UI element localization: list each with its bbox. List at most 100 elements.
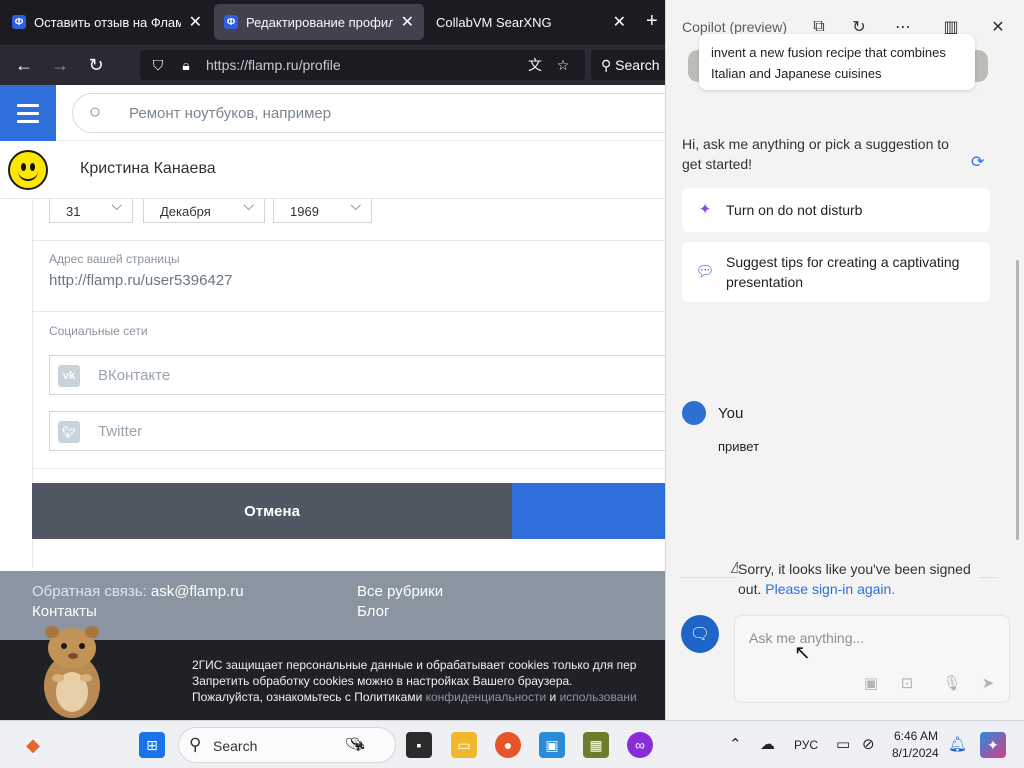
sign-in-link[interactable]: Please sign-in again. [765,581,895,597]
language-indicator[interactable]: РУС [794,738,818,752]
cookie-text-line: 2ГИС защищает персональные данные и обра… [192,658,637,672]
site-search-placeholder: Ремонт ноутбуков, например [129,105,332,122]
cancel-button[interactable]: Отмена [32,483,512,539]
footer-feedback-email[interactable]: ask@flamp.ru [151,583,244,600]
user-message: привет [718,439,760,454]
usage-policy-link[interactable]: использовани [560,690,637,704]
twitter-connect-field[interactable]: 🐦︎ Twitter [49,411,665,451]
hamster-mascot-image [44,626,100,718]
flamp-favicon-icon: Ф [224,15,238,29]
microphone-icon[interactable]: 🎙︎ [941,672,963,694]
lock-icon[interactable]: 🔒︎ [176,55,196,75]
footer-feedback: Обратная связь: ask@flamp.ru [32,583,244,600]
close-icon[interactable]: ✕ [189,12,202,32]
cloud-offline-icon[interactable]: ☁ [760,735,775,753]
search-icon: ⚲ [189,735,202,754]
translate-icon[interactable]: 文 [525,55,545,75]
reload-icon[interactable]: ↻ [84,53,108,77]
close-icon[interactable]: ✕ [613,12,626,32]
game-app-icon[interactable]: ▦ [583,732,609,758]
widgets-icon[interactable]: ◆ [20,732,46,758]
tab-feedback[interactable]: Ф Оставить отзыв на Флампе ✕ [2,4,212,40]
send-icon[interactable]: ➤ [977,672,999,694]
divider [33,468,665,469]
footer-all-rubrics-link[interactable]: Все рубрики [357,583,443,600]
back-arrow-icon[interactable]: ← [12,53,36,77]
clock-time[interactable]: 6:46 AM [894,729,938,743]
windows-start-icon[interactable]: ⊞ [139,732,165,758]
social-label: Социальные сети [49,324,148,338]
tab-profile-edit[interactable]: Ф Редактирование профиля ✕ [214,4,424,40]
copilot-pane: Copilot (preview) ⧉ ↻ ⋯ ▥ ✕ invent a new… [665,0,1024,720]
warning-body: Sorry, it looks like you've been signed … [738,559,978,599]
new-topic-button[interactable]: 🗨︎ [681,615,719,653]
vk-connect-field[interactable]: vk ВКонтакте [49,355,665,395]
footer-feedback-label: Обратная связь: [32,583,147,600]
search-icon: ⚲ [601,57,616,73]
tab-title: Редактирование профиля [246,14,393,30]
menu-line [17,111,39,115]
vk-icon: vk [58,365,80,387]
divider [33,240,665,241]
you-label: You [718,405,744,422]
add-image-icon[interactable]: ▣ [860,672,882,694]
network-icon[interactable]: ⊘ [862,735,875,753]
chevron-down-icon: ⌵ [111,197,122,213]
taskbar-search[interactable]: ⚲ Search 👒︎ [178,727,396,763]
page-url-value[interactable]: http://flamp.ru/user5396427 [49,272,232,289]
shield-icon[interactable]: ⛉ [148,55,168,75]
forward-arrow-icon[interactable]: → [48,53,72,77]
birth-month-value: Декабря [160,204,211,219]
user-name: Кристина Канаева [80,160,216,177]
screenshot-icon[interactable]: ⊡ [896,672,918,694]
new-tab-plus-icon[interactable]: + [646,10,658,33]
user-avatar [682,401,706,425]
tab-searxng[interactable]: CollabVM SearXNG ✕ [426,4,636,40]
ask-input[interactable]: Ask me anything... ▣ ⊡ 🎙︎ ➤ [734,615,1010,703]
scrollbar[interactable] [1016,260,1019,540]
web-page: ○ Ремонт ноутбуков, например Кристина Ка… [0,85,665,720]
browser-tab-bar: Ф Оставить отзыв на Флампе ✕ Ф Редактиро… [0,0,665,45]
app-icon[interactable]: ▣ [539,732,565,758]
twitter-label: Twitter [98,423,143,440]
display-icon[interactable]: ▭ [836,735,850,753]
chevron-up-icon[interactable]: ⌃ [729,735,742,753]
smiley-avatar[interactable] [8,150,48,190]
new-chat-icon: 🗨︎ [689,626,711,643]
suggestion-card-text: invent a new fusion recipe that combines… [711,45,946,81]
notification-bell-icon[interactable]: 🔔︎ [948,735,967,753]
privacy-policy-link[interactable]: конфиденциальности [426,690,547,704]
copilot-greeting: Hi, ask me anything or pick a suggestion… [682,136,949,172]
refresh-suggestions-icon[interactable]: ⟳ [971,152,984,172]
site-search-input[interactable]: ○ Ремонт ноутбуков, например [72,93,665,133]
hamburger-menu-button[interactable] [0,85,56,141]
clock-date[interactable]: 8/1/2024 [892,746,939,760]
chevron-down-icon: ⌵ [350,197,361,213]
browser-search-box[interactable]: ⚲ Search [591,50,671,80]
birth-year-select[interactable]: 1969 ⌵ [273,197,372,223]
footer-blog-link[interactable]: Блог [357,603,389,620]
footer-contacts-link[interactable]: Контакты [32,603,97,620]
copilot-icon[interactable]: ✦ [980,732,1006,758]
url-text[interactable]: https://flamp.ru/profile [206,57,341,73]
chip-do-not-disturb[interactable]: ✦ Turn on do not disturb [682,188,990,232]
save-button[interactable] [512,483,665,539]
site-header: ○ Ремонт ноутбуков, например [0,85,665,141]
address-bar[interactable]: ⛉ 🔒︎ https://flamp.ru/profile 文 ☆ [140,50,585,80]
task-view-icon[interactable]: ▪ [406,732,432,758]
chip-presentation-tips[interactable]: 💬︎ Suggest tips for creating a captivati… [682,242,990,302]
taskbar-search-label: Search [213,738,258,754]
birth-month-select[interactable]: Декабря ⌵ [143,197,265,223]
file-explorer-icon[interactable]: ▭ [451,732,477,758]
media-app-icon[interactable]: ∞ [627,732,653,758]
suggestion-card[interactable]: invent a new fusion recipe that combines… [699,34,975,90]
firefox-icon[interactable]: ● [495,732,521,758]
birth-day-select[interactable]: 31 ⌵ [49,197,133,223]
cookie-policy-text: Пожалуйста, ознакомьтесь с Политиками [192,690,426,704]
close-icon[interactable]: ✕ [401,12,414,32]
bookmark-star-icon[interactable]: ☆ [553,55,573,75]
cookie-policy-line: Пожалуйста, ознакомьтесь с Политиками ко… [192,690,637,704]
close-icon[interactable]: ✕ [986,15,1010,39]
divider [33,311,665,312]
vk-label: ВКонтакте [98,367,171,384]
